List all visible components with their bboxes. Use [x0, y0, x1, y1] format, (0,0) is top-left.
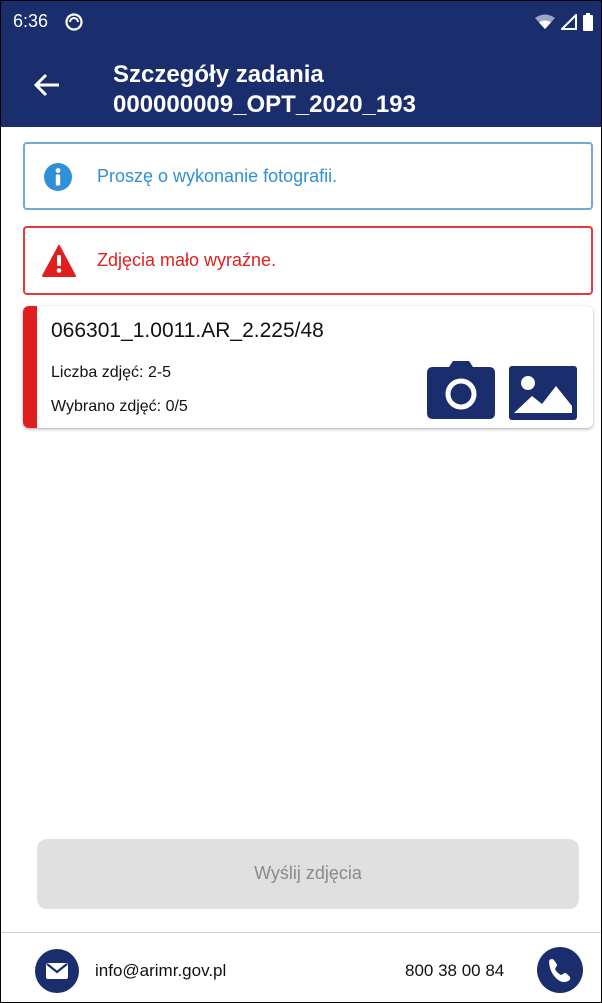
phone-link[interactable]: 800 38 00 84: [405, 961, 504, 981]
camera-icon[interactable]: [427, 361, 495, 419]
battery-icon: [583, 13, 593, 36]
info-message-text: Proszę o wykonanie fotografii.: [97, 166, 338, 186]
warning-icon: [41, 244, 77, 278]
footer-divider: [1, 932, 601, 933]
phone-icon[interactable]: [537, 947, 583, 993]
app-screen: 6:36 Szczegóły zadania 000000009_OPT_202…: [0, 0, 602, 1003]
page-title: Szczegóły zadania: [113, 61, 324, 88]
photo-count-label: Liczba zdjęć: 2-5: [51, 364, 172, 381]
mail-icon[interactable]: [35, 949, 79, 993]
app-bar: Szczegóły zadania 000000009_OPT_2020_193: [1, 43, 601, 127]
status-icons: [535, 12, 593, 36]
warning-message-text: Zdjęcia mało wyraźne.: [97, 250, 277, 270]
wifi-icon: [535, 14, 555, 35]
warning-message: Zdjęcia mało wyraźne.: [23, 226, 593, 295]
selected-count-label: Wybrano zdjęć: 0/5: [51, 398, 188, 415]
arrow-left-icon[interactable]: [31, 69, 63, 101]
task-card-title: 066301_1.0011.AR_2.225/48: [51, 319, 324, 342]
status-time: 6:36: [13, 11, 49, 31]
status-bar: 6:36: [1, 1, 601, 43]
status-stripe: [23, 306, 37, 428]
vpn-icon: [65, 13, 83, 36]
page-subtitle: 000000009_OPT_2020_193: [113, 91, 416, 118]
signal-icon: [559, 12, 577, 35]
send-photos-button[interactable]: Wyślij zdjęcia: [37, 839, 579, 909]
info-icon: [43, 162, 73, 192]
image-icon[interactable]: [509, 366, 577, 420]
email-link[interactable]: info@arimr.gov.pl: [95, 961, 226, 981]
send-photos-label: Wyślij zdjęcia: [254, 863, 362, 883]
task-card[interactable]: 066301_1.0011.AR_2.225/48 Liczba zdjęć: …: [23, 306, 593, 428]
info-message: Proszę o wykonanie fotografii.: [23, 142, 593, 210]
